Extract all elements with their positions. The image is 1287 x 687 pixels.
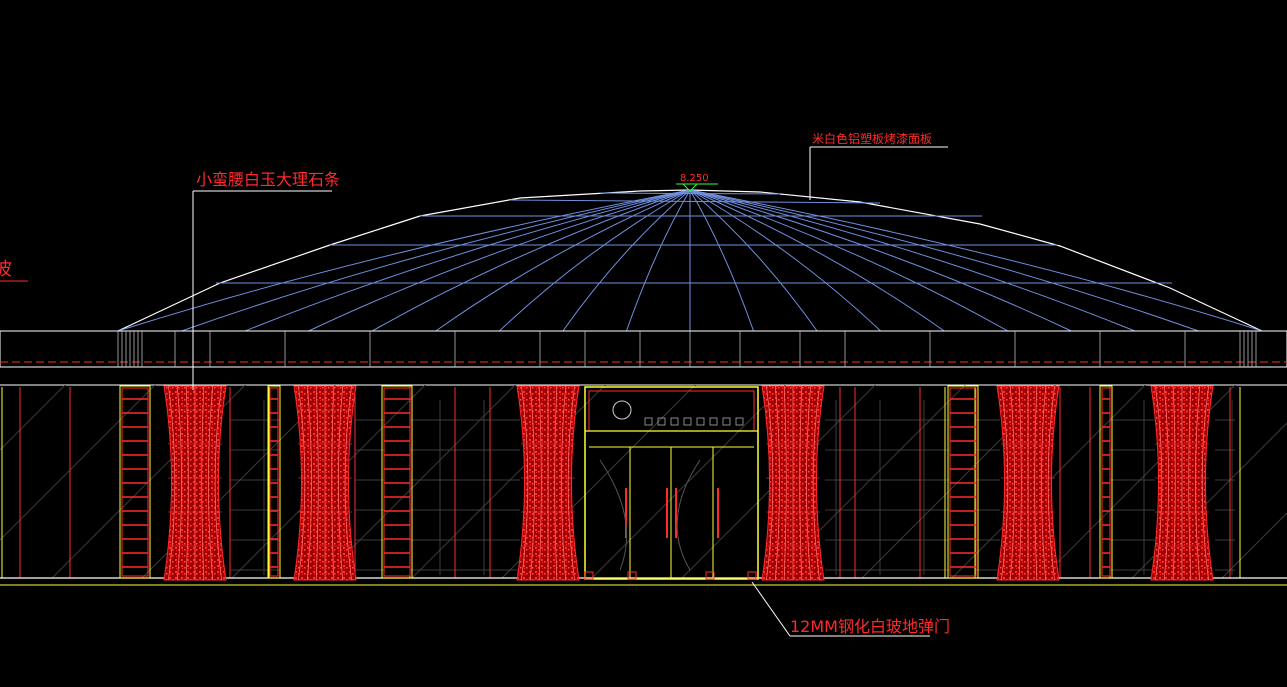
red-column-3 bbox=[761, 385, 825, 581]
door-note-text: 12MM钢化白玻地弹门 bbox=[790, 617, 950, 636]
dome-ring-3 bbox=[509, 199, 881, 204]
dome-rib-17 bbox=[689, 189, 1199, 332]
dome-rib-2 bbox=[244, 189, 691, 332]
marble-strip-text: 小蛮腰白玉大理石条 bbox=[196, 170, 340, 189]
ladder-window-4 bbox=[1099, 385, 1113, 579]
red-column-1 bbox=[293, 385, 357, 581]
dome-rib-13 bbox=[689, 189, 945, 332]
red-column-4 bbox=[996, 385, 1060, 581]
left-annotation: 波 bbox=[0, 259, 28, 282]
dome bbox=[117, 189, 1263, 332]
ladder-window-2 bbox=[947, 385, 979, 579]
ladder-window-3 bbox=[267, 385, 281, 579]
annotation-top-right: 米白色铝塑板烤漆面板 bbox=[809, 131, 948, 200]
dome-rib-3 bbox=[308, 189, 691, 332]
level-marker: 8.250 bbox=[676, 173, 718, 192]
red-column-5 bbox=[1150, 385, 1214, 581]
ladder-window-1 bbox=[381, 385, 413, 579]
left-cut-note-text: 波 bbox=[0, 259, 12, 280]
red-column-0 bbox=[163, 385, 227, 581]
level-mark-text: 8.250 bbox=[680, 173, 709, 184]
dome-rib-1 bbox=[181, 189, 691, 332]
dome-rib-8 bbox=[625, 189, 691, 332]
red-column-2 bbox=[516, 385, 580, 581]
annotation-door: 12MM钢化白玻地弹门 bbox=[751, 581, 950, 637]
top-right-note-text: 米白色铝塑板烤漆面板 bbox=[812, 131, 932, 146]
dome-rib-15 bbox=[689, 189, 1072, 332]
dome-rib-10 bbox=[689, 189, 755, 332]
cad-elevation-drawing: 波 8.250 小蛮腰白玉大理石条 米白色铝塑板烤漆面板 12MM钢化白玻地弹门 bbox=[0, 131, 1287, 637]
ladder-window-0 bbox=[119, 385, 151, 579]
dome-rib-5 bbox=[435, 189, 691, 332]
annotation-marble-strip: 小蛮腰白玉大理石条 bbox=[192, 170, 340, 390]
